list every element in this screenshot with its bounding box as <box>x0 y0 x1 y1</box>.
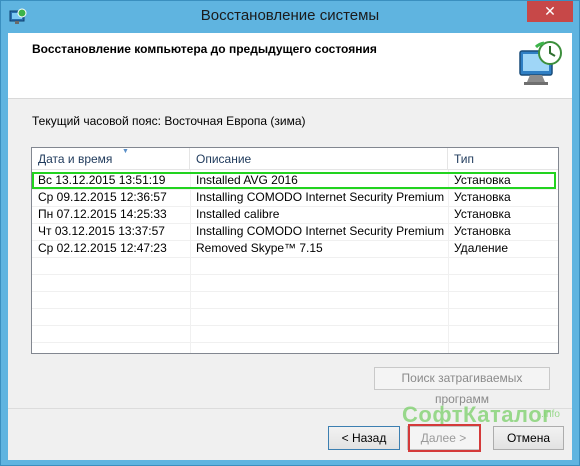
table-row[interactable]: Чт 03.12.2015 13:37:57 Installing COMODO… <box>32 223 558 240</box>
column-header-type[interactable]: Тип <box>448 148 558 170</box>
selected-row-highlight <box>32 172 556 189</box>
row-divider <box>32 308 558 309</box>
row-type: Установка <box>454 224 511 238</box>
table-row[interactable]: Пн 07.12.2015 14:25:33 Installed calibre… <box>32 206 558 223</box>
row-divider <box>32 274 558 275</box>
timezone-label: Текущий часовой пояс: Восточная Европа (… <box>32 114 306 128</box>
row-divider <box>32 291 558 292</box>
next-button-outline <box>408 424 481 452</box>
row-description: Removed Skype™ 7.15 <box>196 241 323 255</box>
table-header: Дата и время ▼ Описание Тип <box>32 148 558 170</box>
dialog-client-area: Восстановление компьютера до предыдущего… <box>8 33 572 460</box>
row-date: Ср 09.12.2015 12:36:57 <box>38 190 167 204</box>
row-date: Ср 02.12.2015 12:47:23 <box>38 241 167 255</box>
sort-arrow-icon: ▼ <box>122 148 129 155</box>
window-title: Восстановление системы <box>200 7 380 24</box>
table-row[interactable]: Ср 09.12.2015 12:36:57 Installing COMODO… <box>32 189 558 206</box>
cancel-button[interactable]: Отмена <box>493 426 564 450</box>
row-description: Installing COMODO Internet Security Prem… <box>196 224 445 238</box>
row-type: Удаление <box>454 241 509 255</box>
row-description: Installed calibre <box>196 207 280 221</box>
page-title: Восстановление компьютера до предыдущего… <box>32 42 377 56</box>
column-header-date[interactable]: Дата и время <box>32 148 190 170</box>
header-band: Восстановление компьютера до предыдущего… <box>8 33 572 99</box>
watermark-suffix: .info <box>541 409 560 420</box>
system-restore-window: Восстановление системы ✕ Восстановление … <box>0 0 580 466</box>
row-date: Пн 07.12.2015 14:25:33 <box>38 207 167 221</box>
system-restore-icon <box>519 41 562 85</box>
restore-points-table[interactable]: Дата и время ▼ Описание Тип Вс 13.12.201… <box>31 147 559 354</box>
row-description: Installing COMODO Internet Security Prem… <box>196 190 445 204</box>
title-bar[interactable]: Восстановление системы ✕ <box>1 1 579 33</box>
row-type: Установка <box>454 207 511 221</box>
row-divider <box>32 257 558 258</box>
row-type: Установка <box>454 190 511 204</box>
column-header-description[interactable]: Описание <box>190 148 448 170</box>
row-date: Чт 03.12.2015 13:37:57 <box>38 224 165 238</box>
table-row[interactable]: Ср 02.12.2015 12:47:23 Removed Skype™ 7.… <box>32 240 558 257</box>
row-divider <box>32 342 558 343</box>
scan-affected-programs-button[interactable]: Поиск затрагиваемых программ <box>374 367 550 406</box>
close-button[interactable]: ✕ <box>527 1 573 22</box>
row-divider <box>32 325 558 326</box>
back-button[interactable]: < Назад <box>328 426 400 450</box>
